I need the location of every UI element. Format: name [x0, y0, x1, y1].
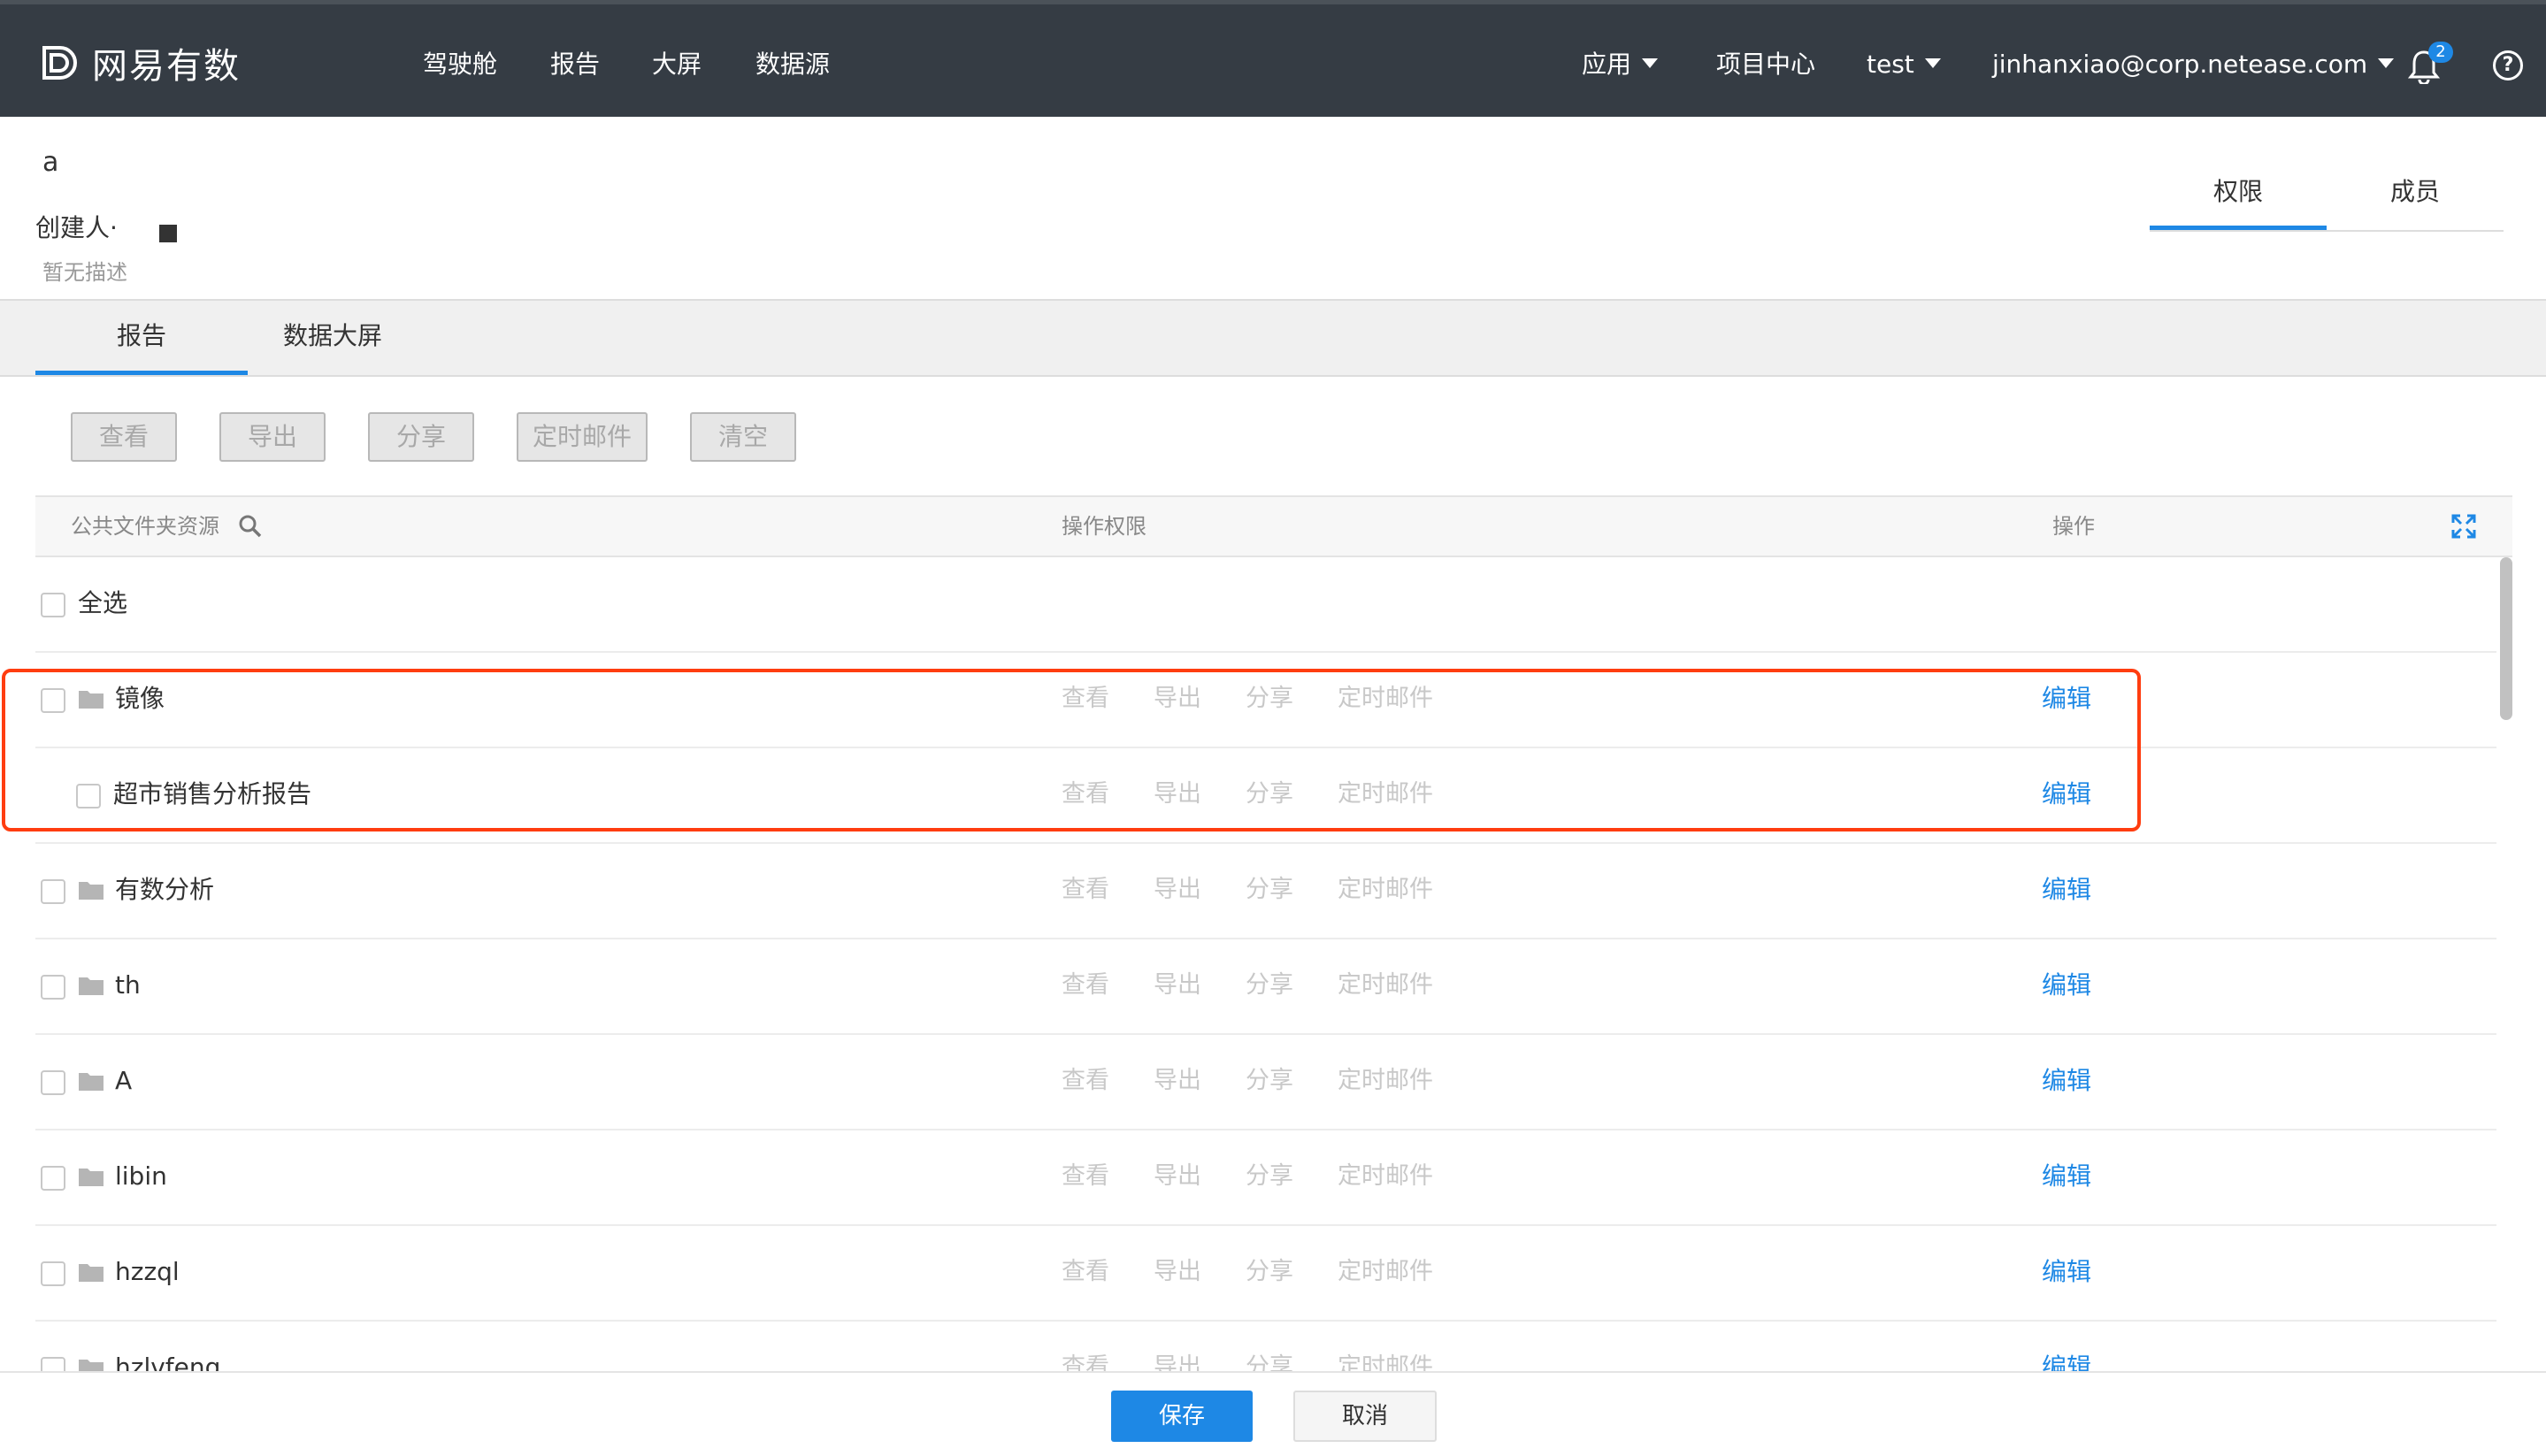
table-row: th 查看 导出 分享 定时邮件 编辑: [35, 939, 2496, 1035]
row-name: libin: [115, 1161, 167, 1191]
folder-icon: [79, 1264, 104, 1282]
row-checkbox[interactable]: [41, 879, 65, 904]
permission-option[interactable]: 分享: [1246, 1226, 1293, 1318]
tab-permissions[interactable]: 权限: [2150, 165, 2327, 230]
app-menu-label: 应用: [1582, 50, 1632, 79]
tab-members[interactable]: 成员: [2327, 165, 2504, 230]
permission-option[interactable]: 查看: [1062, 1035, 1109, 1127]
permission-option[interactable]: 导出: [1154, 1130, 1201, 1222]
project-switcher[interactable]: test: [1867, 47, 1941, 82]
edit-link[interactable]: 编辑: [2042, 1035, 2091, 1127]
folder-icon: [79, 977, 104, 995]
table-row: A 查看 导出 分享 定时邮件 编辑: [35, 1035, 2496, 1130]
user-menu[interactable]: jinhanxiao@corp.netease.com: [1992, 47, 2395, 82]
nav-datasource[interactable]: 数据源: [755, 47, 830, 82]
permission-option[interactable]: 分享: [1246, 1035, 1293, 1127]
notification-badge: 2: [2428, 42, 2453, 63]
folder-icon: [79, 1073, 104, 1091]
scheduled-email-button[interactable]: 定时邮件: [517, 412, 648, 462]
permission-option[interactable]: 查看: [1062, 1130, 1109, 1222]
nav-cockpit[interactable]: 驾驶舱: [423, 47, 497, 82]
row-checkbox[interactable]: [41, 975, 65, 1000]
folder-icon: [79, 882, 104, 900]
tab-data-screens[interactable]: 数据大屏: [226, 301, 439, 375]
row-checkbox[interactable]: [41, 1070, 65, 1095]
project-name: test: [1867, 50, 1914, 79]
logo-text: 网易有数: [92, 46, 241, 87]
edit-link[interactable]: 编辑: [2042, 1130, 2091, 1222]
permission-option[interactable]: 导出: [1154, 1226, 1201, 1318]
permission-option[interactable]: 查看: [1062, 844, 1109, 936]
highlight-annotation: [2, 669, 2141, 831]
project-center-link[interactable]: 项目中心: [1716, 47, 1815, 82]
permission-option[interactable]: 分享: [1246, 844, 1293, 936]
chevron-down-icon: [1642, 57, 1659, 68]
help-icon[interactable]: ?: [2493, 50, 2523, 80]
role-tabs: 权限 成员: [2150, 165, 2504, 232]
tab-reports[interactable]: 报告: [35, 301, 248, 375]
select-all-label: 全选: [78, 588, 128, 617]
export-button[interactable]: 导出: [219, 412, 326, 462]
save-button[interactable]: 保存: [1111, 1391, 1253, 1442]
edit-link[interactable]: 编辑: [2042, 939, 2091, 1031]
column-header-actions: 操作: [2052, 514, 2095, 539]
share-button[interactable]: 分享: [368, 412, 474, 462]
avatar: [159, 225, 177, 242]
column-header-resource: 公共文件夹资源: [71, 514, 219, 539]
view-button[interactable]: 查看: [71, 412, 177, 462]
nav-report[interactable]: 报告: [550, 47, 600, 82]
row-checkbox[interactable]: [41, 1261, 65, 1286]
column-header-permissions: 操作权限: [1062, 514, 1146, 539]
row-name: hzzql: [115, 1257, 180, 1286]
permission-option[interactable]: 查看: [1062, 939, 1109, 1031]
footer-bar: 保存 取消: [0, 1371, 2546, 1456]
clear-button[interactable]: 清空: [690, 412, 796, 462]
table-row: 有数分析 查看 导出 分享 定时邮件 编辑: [35, 844, 2496, 939]
folder-icon: [79, 1169, 104, 1186]
row-checkbox[interactable]: [41, 1166, 65, 1191]
search-icon[interactable]: [237, 513, 264, 540]
cancel-button[interactable]: 取消: [1293, 1391, 1437, 1442]
permission-option[interactable]: 分享: [1246, 1130, 1293, 1222]
select-all-row: 全选: [35, 557, 2496, 653]
permission-option[interactable]: 导出: [1154, 939, 1201, 1031]
creator-label: 创建人·: [35, 213, 118, 242]
app-menu[interactable]: 应用: [1582, 47, 1659, 82]
logo[interactable]: 网易有数: [39, 38, 241, 88]
permission-option[interactable]: 导出: [1154, 1035, 1201, 1127]
nav-bigscreen[interactable]: 大屏: [652, 47, 702, 82]
permission-option[interactable]: 导出: [1154, 844, 1201, 936]
chevron-down-icon: [1924, 57, 1941, 68]
permission-option[interactable]: 分享: [1246, 939, 1293, 1031]
select-all-checkbox[interactable]: [41, 593, 65, 617]
permission-option[interactable]: 定时邮件: [1338, 1130, 1433, 1222]
edit-link[interactable]: 编辑: [2042, 844, 2091, 936]
row-name: th: [115, 970, 141, 1000]
permission-option[interactable]: 定时邮件: [1338, 844, 1433, 936]
chevron-down-icon: [2378, 57, 2395, 68]
expand-icon[interactable]: [2450, 513, 2477, 540]
logo-icon: [42, 46, 77, 80]
permission-option[interactable]: 定时邮件: [1338, 939, 1433, 1031]
row-name: A: [115, 1066, 133, 1095]
user-email: jinhanxiao@corp.netease.com: [1992, 50, 2368, 79]
resource-tabs: 报告 数据大屏: [0, 299, 2546, 377]
table-header: 公共文件夹资源 操作权限 操作: [35, 495, 2512, 557]
permission-option[interactable]: 定时邮件: [1338, 1226, 1433, 1318]
role-description: 暂无描述: [42, 260, 127, 285]
permission-option[interactable]: 查看: [1062, 1226, 1109, 1318]
top-nav: 网易有数 驾驶舱 报告 大屏 数据源 应用 项目中心 test jinhanxi…: [0, 0, 2546, 117]
scrollbar-thumb[interactable]: [2500, 557, 2512, 720]
role-title: a: [42, 147, 59, 178]
table-row: libin 查看 导出 分享 定时邮件 编辑: [35, 1130, 2496, 1226]
permission-option[interactable]: 定时邮件: [1338, 1035, 1433, 1127]
edit-link[interactable]: 编辑: [2042, 1226, 2091, 1318]
table-row: hzzql 查看 导出 分享 定时邮件 编辑: [35, 1226, 2496, 1322]
row-name: 有数分析: [115, 875, 215, 904]
